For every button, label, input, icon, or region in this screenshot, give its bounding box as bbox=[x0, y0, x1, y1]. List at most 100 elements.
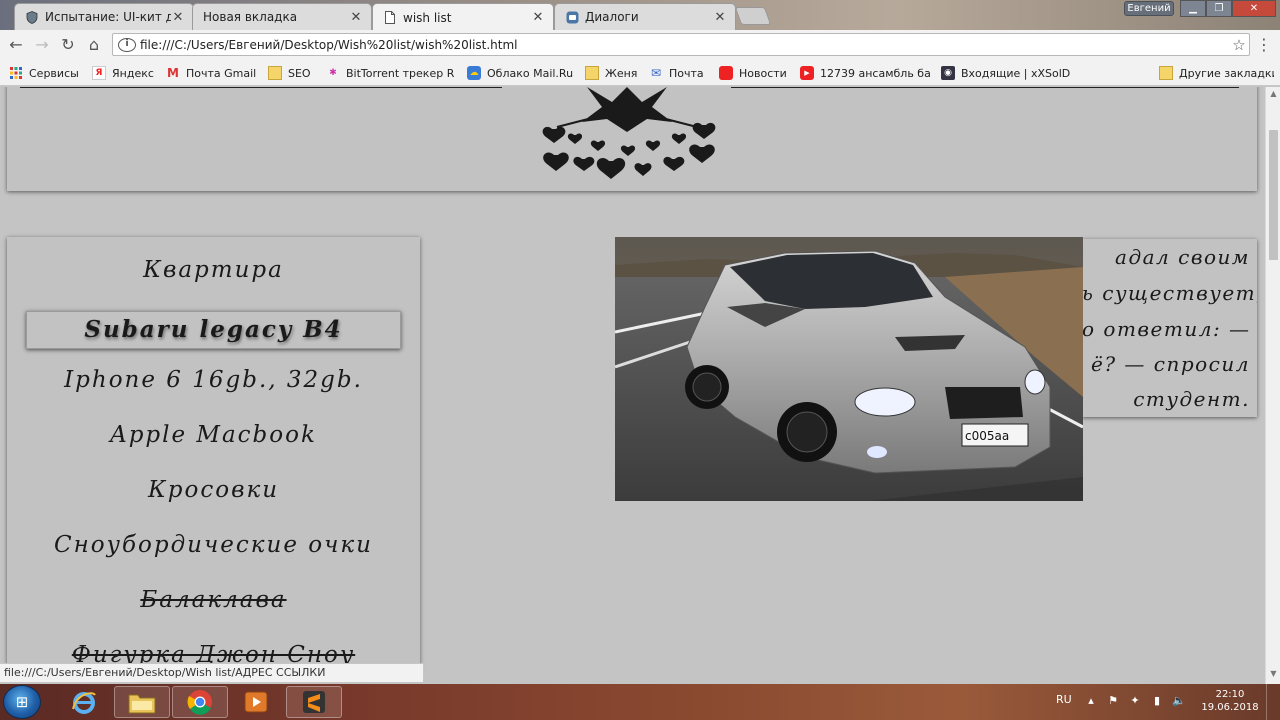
bookmark-yandex[interactable]: Я Яндекс bbox=[92, 65, 160, 81]
bookmark-gmail[interactable]: M Почта Gmail bbox=[166, 65, 258, 81]
show-hidden-icons-icon[interactable]: ▴ bbox=[1084, 694, 1098, 708]
bookmark-label: Облако Mail.Ru bbox=[487, 66, 574, 80]
maximize-button[interactable]: ❐ bbox=[1206, 0, 1232, 17]
folder-icon bbox=[585, 66, 599, 80]
network-signal-icon[interactable]: ▮ bbox=[1150, 694, 1164, 708]
bookmark-other[interactable]: Другие закладки bbox=[1159, 65, 1274, 81]
bookmark-label: Почта Gmail bbox=[186, 66, 257, 80]
gmail-icon: M bbox=[167, 66, 179, 80]
bookmark-mail[interactable]: ✉ Почта bbox=[649, 65, 709, 81]
bookmark-label: Сервисы bbox=[29, 66, 79, 80]
quote-line: ь существует, bbox=[1082, 281, 1257, 305]
folder-icon bbox=[1159, 66, 1173, 80]
bookmark-bittorrent[interactable]: ✱ BitTorrent трекер Ru bbox=[326, 65, 454, 81]
clock-time: 22:10 bbox=[1215, 689, 1245, 700]
document-icon bbox=[383, 11, 397, 25]
wish-item-done[interactable]: Балаклава bbox=[7, 587, 420, 613]
wish-item[interactable]: Кросовки bbox=[7, 477, 420, 503]
file-explorer-icon[interactable] bbox=[114, 686, 170, 718]
apps-grid-icon bbox=[9, 66, 23, 80]
wish-item[interactable]: Квартира bbox=[7, 257, 420, 283]
tab-label: Диалоги bbox=[585, 10, 639, 24]
svg-text:с005аа: с005аа bbox=[965, 429, 1009, 443]
bookmark-label: SEO bbox=[288, 66, 311, 80]
scrollbar-thumb[interactable] bbox=[1269, 130, 1278, 260]
tab-label: Испытание: UI-кит для с bbox=[45, 10, 171, 24]
header-divider bbox=[20, 87, 502, 88]
bookmark-label: BitTorrent трекер Ru bbox=[346, 66, 454, 80]
folder-icon bbox=[268, 66, 282, 80]
wish-list-panel: Квартира Subaru legacy B4 Iphone 6 16gb.… bbox=[7, 237, 420, 671]
bookmark-star-icon[interactable]: ☆ bbox=[1229, 36, 1249, 54]
taskbar-clock[interactable]: 22:10 19.06.2018 bbox=[1200, 688, 1260, 714]
quote-line: адал своим bbox=[1115, 245, 1250, 269]
bookmark-label: Новости bbox=[739, 66, 787, 80]
bookmark-label: Входящие | xXSolDie bbox=[961, 66, 1071, 80]
bookmark-label: 12739 ансамбль ба bbox=[820, 66, 930, 80]
security-tray-icon[interactable]: ✦ bbox=[1128, 694, 1142, 708]
mail-icon: ✉ bbox=[650, 66, 662, 80]
wish-item[interactable]: Apple Macbook bbox=[7, 422, 420, 448]
bookmark-inbox[interactable]: ◉ Входящие | xXSolDie bbox=[941, 65, 1071, 81]
cloud-icon: ☁ bbox=[467, 66, 481, 80]
bookmark-youtube[interactable]: ▶ 12739 ансамбль ба bbox=[800, 65, 930, 81]
internet-explorer-icon[interactable] bbox=[56, 686, 112, 718]
close-tab-icon[interactable]: ✕ bbox=[713, 10, 727, 25]
subaru-car-photo: с005аа bbox=[615, 237, 1083, 501]
scroll-down-arrow-icon[interactable]: ▼ bbox=[1266, 667, 1280, 681]
bookmark-cloud-mail[interactable]: ☁ Облако Mail.Ru bbox=[467, 65, 575, 81]
tab-label: Новая вкладка bbox=[203, 10, 298, 24]
tab-ui-kit[interactable]: Испытание: UI-кит для с ✕ bbox=[14, 3, 194, 30]
volume-icon[interactable]: 🔈 bbox=[1172, 694, 1186, 708]
browser-menu-icon[interactable]: ⋮ bbox=[1256, 36, 1272, 54]
home-icon[interactable]: ⌂ bbox=[84, 35, 104, 55]
reload-icon[interactable]: ↻ bbox=[58, 35, 78, 55]
bookmark-zhenya[interactable]: Женя bbox=[585, 65, 641, 81]
bookmark-seo[interactable]: SEO bbox=[268, 65, 318, 81]
quote-line: студент. bbox=[1133, 387, 1250, 411]
bookmark-label: Почта bbox=[669, 66, 704, 80]
shield-icon bbox=[25, 10, 39, 24]
tab-new-tab[interactable]: Новая вкладка ✕ bbox=[192, 3, 372, 30]
tab-wish-list[interactable]: wish list ✕ bbox=[372, 3, 554, 31]
close-tab-icon[interactable]: ✕ bbox=[531, 10, 545, 25]
youtube-icon: ▶ bbox=[800, 66, 814, 80]
dandelion-hearts-logo bbox=[542, 87, 716, 179]
bittorrent-icon: ✱ bbox=[329, 68, 337, 78]
bookmark-label: Женя bbox=[605, 66, 638, 80]
sublime-text-icon[interactable] bbox=[286, 686, 342, 718]
address-url[interactable]: file:///C:/Users/Евгений/Desktop/Wish%20… bbox=[140, 38, 1229, 52]
new-tab-button[interactable] bbox=[734, 7, 772, 25]
page-viewport: Квартира Subaru legacy B4 Iphone 6 16gb.… bbox=[0, 87, 1265, 671]
action-center-flag-icon[interactable]: ⚑ bbox=[1106, 694, 1120, 708]
bookmark-news[interactable]: Новости bbox=[719, 65, 791, 81]
scroll-up-arrow-icon[interactable]: ▲ bbox=[1266, 87, 1280, 101]
wish-item-highlighted[interactable]: Subaru legacy B4 bbox=[26, 311, 401, 349]
address-bar[interactable]: i file:///C:/Users/Евгений/Desktop/Wish%… bbox=[112, 33, 1250, 56]
chrome-icon[interactable] bbox=[172, 686, 228, 718]
tab-strip: Испытание: UI-кит для с ✕ Новая вкладка … bbox=[0, 0, 1280, 31]
close-tab-icon[interactable]: ✕ bbox=[171, 10, 185, 25]
start-button[interactable]: ⊞ bbox=[3, 685, 41, 719]
vertical-scrollbar[interactable]: ▲ ▼ bbox=[1265, 87, 1280, 684]
close-tab-icon[interactable]: ✕ bbox=[349, 10, 363, 25]
wish-item[interactable]: Iphone 6 16gb., 32gb. bbox=[7, 367, 420, 393]
show-desktop-button[interactable] bbox=[1266, 684, 1280, 720]
back-arrow-icon[interactable]: ← bbox=[6, 35, 26, 55]
bookmarks-bar: Сервисы Я Яндекс M Почта Gmail SEO ✱ Bit… bbox=[0, 60, 1280, 86]
wish-item[interactable]: Сноубордические очки bbox=[7, 532, 420, 558]
header-panel bbox=[7, 87, 1257, 191]
tab-dialogs[interactable]: Диалоги ✕ bbox=[554, 3, 736, 30]
window-close-button[interactable]: ✕ bbox=[1232, 0, 1276, 17]
info-icon[interactable]: i bbox=[118, 37, 136, 52]
forward-arrow-icon[interactable]: → bbox=[32, 35, 52, 55]
quote-line: о ответил: — bbox=[1082, 317, 1251, 341]
minimize-button[interactable]: ▁ bbox=[1180, 0, 1206, 17]
bookmark-services[interactable]: Сервисы bbox=[9, 65, 89, 81]
keyboard-language[interactable]: RU bbox=[1056, 693, 1072, 706]
bookmark-label: Яндекс bbox=[112, 66, 154, 80]
tab-label: wish list bbox=[403, 10, 452, 25]
media-player-icon[interactable] bbox=[228, 686, 284, 718]
header-divider bbox=[731, 87, 1239, 88]
profile-button[interactable]: Евгений bbox=[1124, 1, 1174, 16]
